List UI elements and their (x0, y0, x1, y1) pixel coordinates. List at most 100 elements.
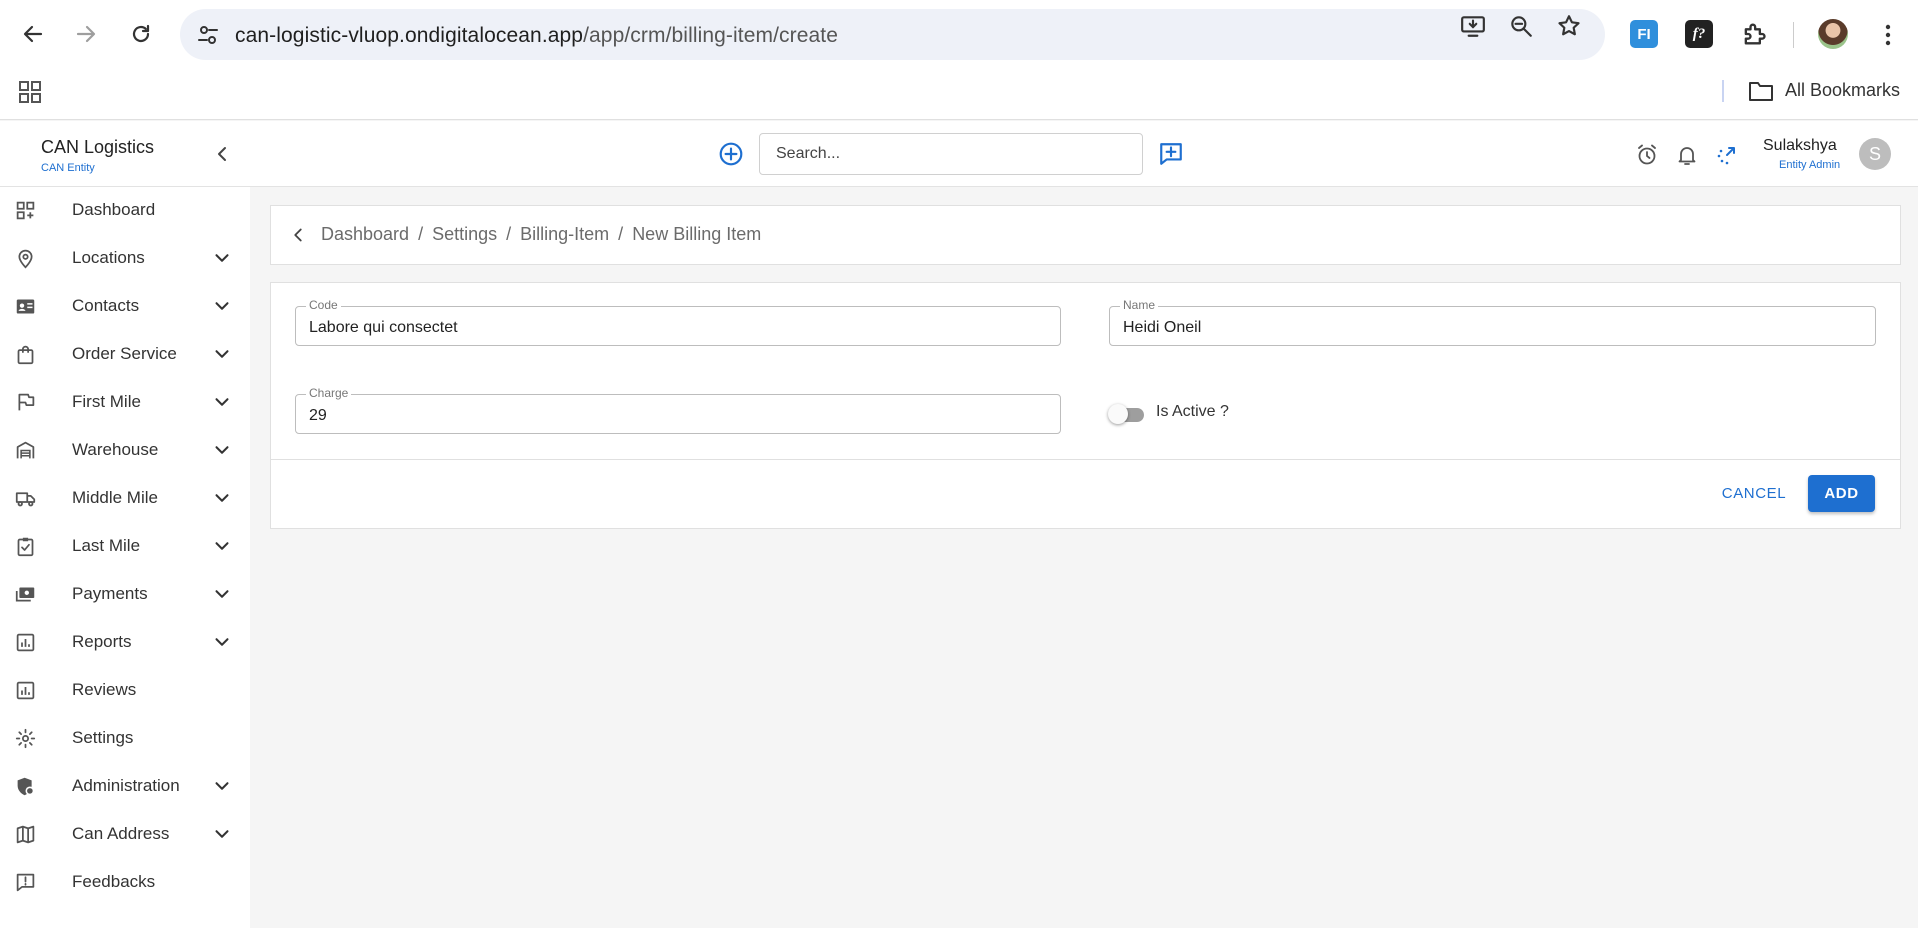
breadcrumb-separator: / (618, 224, 624, 244)
sidebar-item-reviews[interactable]: Reviews (0, 667, 250, 715)
chevron-down-icon[interactable] (211, 295, 233, 317)
extension-f-label: f? (1692, 25, 1706, 42)
sidebar-item-label: Contacts (72, 296, 140, 315)
sidebar-item-payments[interactable]: Payments (0, 571, 250, 619)
map-icon (16, 825, 35, 844)
search-field[interactable] (759, 133, 1143, 175)
breadcrumb-separator: / (506, 224, 512, 244)
reload-icon[interactable] (123, 16, 159, 52)
chevron-down-icon[interactable] (211, 391, 233, 413)
profile-avatar[interactable] (1818, 19, 1848, 49)
add-comment-icon[interactable] (1158, 141, 1184, 167)
breadcrumb-card: Dashboard / Settings / Billing-Item / Ne… (270, 205, 1901, 265)
charge-field[interactable]: Charge (295, 386, 1061, 434)
sidebar-item-middle-mile[interactable]: Middle Mile (0, 475, 250, 523)
zoom-icon[interactable] (1508, 13, 1534, 39)
sidebar-item-label: Payments (72, 584, 148, 603)
add-circle-icon[interactable] (718, 141, 744, 167)
sidebar-item-can-address[interactable]: Can Address (0, 811, 250, 859)
chevron-down-icon[interactable] (211, 439, 233, 461)
alarm-clock-icon[interactable] (1635, 143, 1659, 167)
chevron-down-icon[interactable] (211, 247, 233, 269)
forward-arrow-icon[interactable] (68, 16, 104, 52)
is-active-label[interactable]: Is Active ? (1156, 403, 1229, 421)
brand-name: CAN Logistics (41, 137, 155, 157)
admin-shield-icon (17, 777, 35, 796)
cancel-button[interactable]: CANCEL (1713, 475, 1795, 511)
user-avatar[interactable]: S (1859, 138, 1891, 170)
sidebar-item-contacts[interactable]: Contacts (0, 283, 250, 331)
name-input[interactable] (1110, 307, 1875, 345)
user-name[interactable]: Sulakshya (1763, 137, 1837, 155)
breadcrumb-dashboard[interactable]: Dashboard (321, 224, 409, 245)
sidebar-item-warehouse[interactable]: Warehouse (0, 427, 250, 475)
gear-icon (15, 728, 36, 749)
apps-grid-icon[interactable] (18, 80, 42, 104)
chevron-down-icon[interactable] (211, 343, 233, 365)
extensions-puzzle-icon[interactable] (1740, 20, 1768, 48)
sidebar: Dashboard Locations Contacts Order Servi… (0, 187, 250, 928)
sidebar-item-label: Reports (72, 632, 132, 651)
toggle-thumb[interactable] (1108, 404, 1128, 424)
avatar-initial: S (1868, 143, 1881, 164)
breadcrumb-settings[interactable]: Settings (432, 224, 497, 245)
collapse-sidebar-icon[interactable] (210, 142, 234, 166)
back-chevron-icon[interactable] (287, 224, 309, 246)
folder-icon[interactable] (1748, 79, 1774, 103)
extension-formula-icon[interactable]: f? (1685, 20, 1713, 48)
search-input[interactable] (760, 134, 1142, 174)
chevron-down-icon[interactable] (211, 631, 233, 653)
sidebar-item-reports[interactable]: Reports (0, 619, 250, 667)
back-arrow-icon[interactable] (15, 16, 51, 52)
sidebar-item-dashboard[interactable]: Dashboard (0, 187, 250, 235)
bookmarks-bar (0, 70, 1918, 120)
install-app-icon[interactable] (1460, 13, 1486, 39)
breadcrumb-billing-item[interactable]: Billing-Item (520, 224, 609, 245)
chevron-down-icon[interactable] (211, 823, 233, 845)
address-bar[interactable]: can-logistic-vluop.ondigitalocean.app/ap… (180, 9, 1605, 60)
sidebar-item-order-service[interactable]: Order Service (0, 331, 250, 379)
sidebar-item-label: Can Address (72, 824, 170, 843)
site-settings-icon[interactable] (196, 23, 220, 47)
flag-icon (18, 393, 35, 411)
is-active-toggle[interactable] (1108, 404, 1144, 424)
all-bookmarks-label[interactable]: All Bookmarks (1785, 80, 1900, 101)
code-input[interactable] (296, 307, 1060, 345)
name-field[interactable]: Name (1109, 298, 1876, 346)
chevron-down-icon[interactable] (211, 535, 233, 557)
brand-subtitle: CAN Entity (41, 162, 95, 174)
add-button[interactable]: ADD (1808, 475, 1875, 512)
breadcrumb-current: New Billing Item (632, 224, 762, 244)
feedback-icon (16, 873, 35, 892)
reviews-chart-icon (16, 681, 35, 700)
code-field[interactable]: Code (295, 298, 1061, 346)
bookmarks-divider (1722, 80, 1724, 102)
bookmark-star-icon[interactable] (1556, 13, 1582, 39)
sync-arrows-icon[interactable] (1714, 143, 1738, 167)
chevron-down-icon[interactable] (211, 775, 233, 797)
notification-bell-icon[interactable] (1675, 143, 1699, 167)
sidebar-item-label: Feedbacks (72, 872, 156, 891)
sidebar-item-administration[interactable]: Administration (0, 763, 250, 811)
url-text[interactable]: can-logistic-vluop.ondigitalocean.app/ap… (235, 24, 838, 48)
sidebar-item-label: Middle Mile (72, 488, 158, 507)
more-vertical-icon[interactable] (1876, 22, 1900, 48)
sidebar-item-last-mile[interactable]: Last Mile (0, 523, 250, 571)
sidebar-item-label: Order Service (72, 344, 177, 363)
warehouse-icon (16, 441, 35, 459)
contact-card-icon (16, 299, 35, 314)
sidebar-item-feedbacks[interactable]: Feedbacks (0, 859, 250, 907)
sidebar-item-locations[interactable]: Locations (0, 235, 250, 283)
chevron-down-icon[interactable] (211, 487, 233, 509)
sidebar-item-label: Last Mile (72, 536, 141, 555)
extension-fi-label: FI (1637, 25, 1651, 43)
charge-input[interactable] (296, 395, 1060, 433)
chevron-down-icon[interactable] (211, 583, 233, 605)
sidebar-item-first-mile[interactable]: First Mile (0, 379, 250, 427)
sidebar-item-settings[interactable]: Settings (0, 715, 250, 763)
form-divider (271, 459, 1900, 460)
extension-fi-icon[interactable]: FI (1630, 20, 1658, 48)
truck-icon (15, 492, 36, 507)
sidebar-item-label: Settings (72, 728, 134, 747)
sidebar-item-label: Warehouse (72, 440, 159, 459)
